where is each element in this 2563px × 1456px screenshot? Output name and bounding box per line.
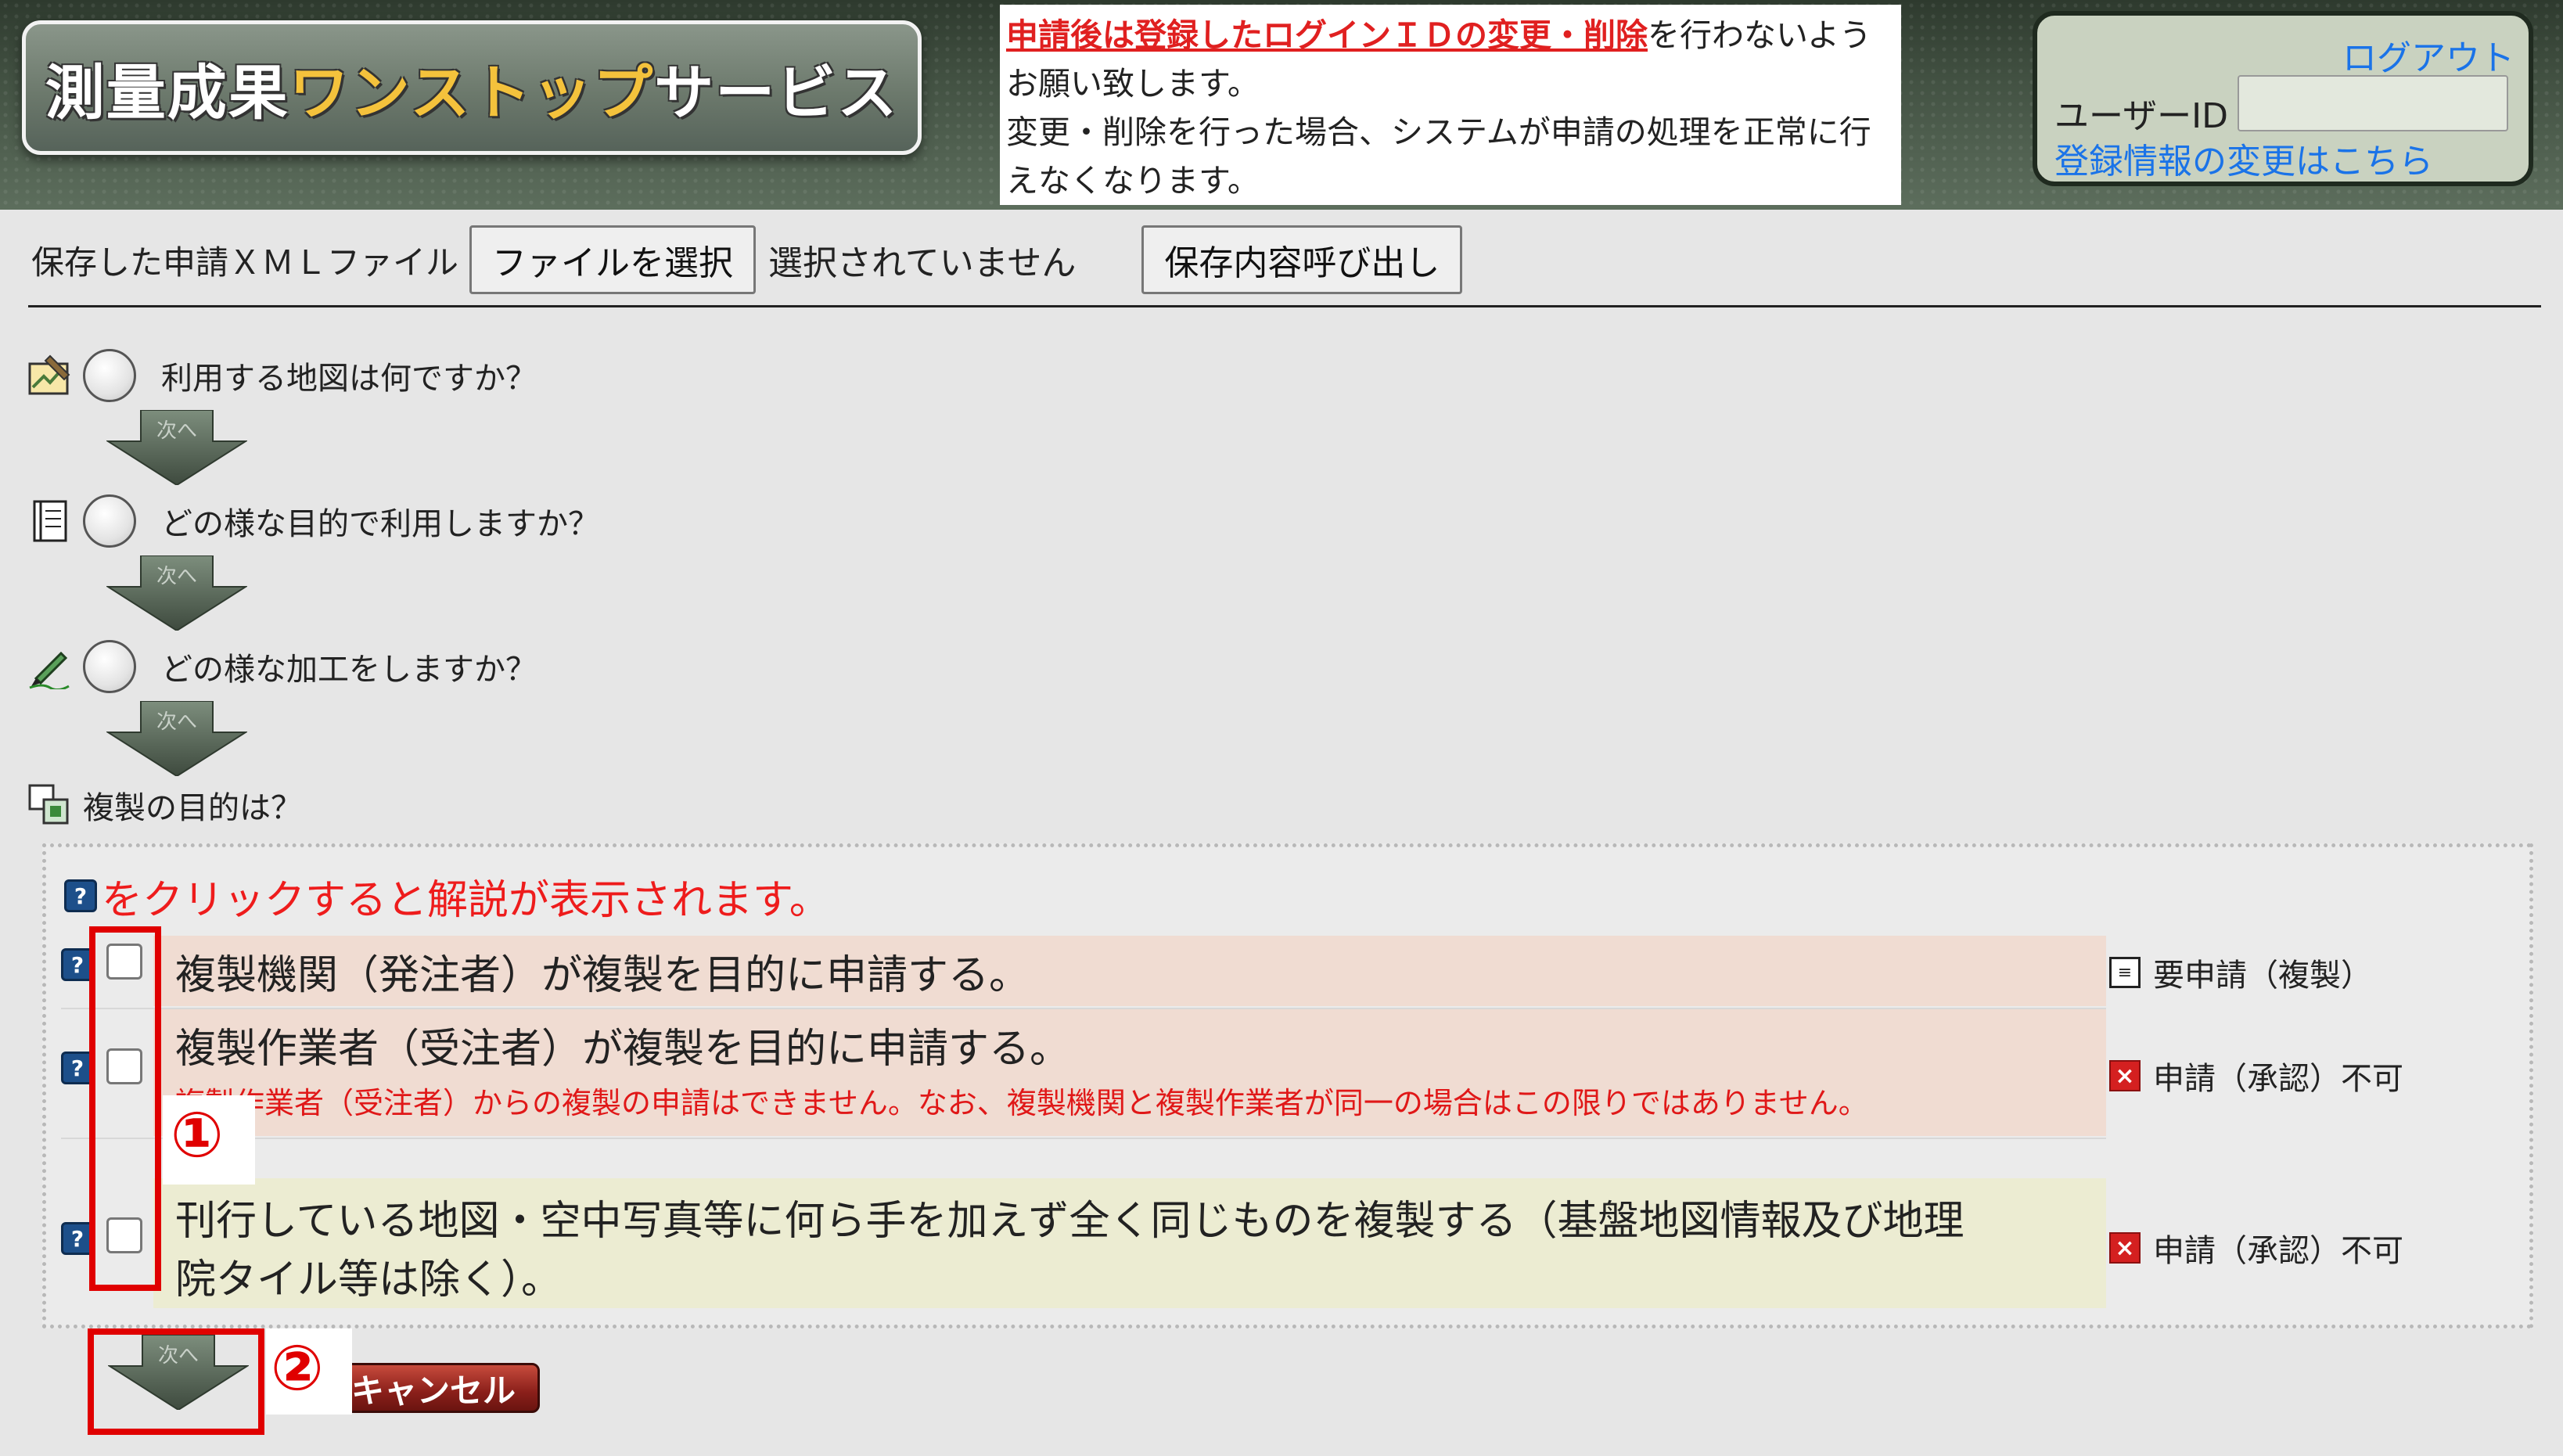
status-label: 申請（承認）不可	[2153, 1233, 2403, 1269]
option-note: 複製作業者（受注者）からの複製の申請はできません。なお、複製機関と複製作業者が同…	[175, 1086, 1868, 1120]
option-text: 複製機関（発注者）が複製を目的に申請する。	[175, 952, 1030, 999]
file-bar: 保存した申請ＸＭＬファイル ファイルを選択 選択されていません 保存内容呼び出し	[31, 222, 1463, 297]
step-question: どの様な目的で利用しますか？	[161, 506, 599, 542]
hint-text: をクリックすると解説が表示されます。	[102, 876, 830, 924]
header: 測量成果ワンストップサービス 申請後は登録したログインＩＤの変更・削除を行わない…	[0, 0, 2563, 210]
choose-file-button[interactable]: ファイルを選択	[469, 225, 757, 294]
hint-row: ? をクリックすると解説が表示されます。	[64, 868, 830, 924]
status-required: ≡ 要申請（複製）	[2109, 950, 2372, 995]
option-row[interactable]: 刊行している地図・空中写真等に何ら手を加えず全く同じものを複製する（基盤地図情報…	[153, 1178, 2106, 1308]
status-not-allowed: × 申請（承認）不可	[2109, 1225, 2403, 1271]
next-arrow-disabled: 次へ	[105, 555, 249, 632]
section-title-row: 複製の目的は？	[27, 778, 302, 832]
status-not-allowed: × 申請（承認）不可	[2109, 1053, 2403, 1098]
user-box: ログアウト ユーザーID 登録情報の変更はこちら	[2033, 11, 2533, 186]
option-text-cont: 院タイル等は除く）。	[175, 1256, 563, 1303]
logout-link[interactable]: ログアウト	[2342, 30, 2514, 80]
notice-box: 申請後は登録したログインＩＤの変更・削除を行わないよう お願い致します。 変更・…	[1000, 5, 1901, 205]
option-row[interactable]: 複製機関（発注者）が複製を目的に申請する。	[153, 936, 2106, 1006]
step-processing: どの様な加工をしますか？	[27, 635, 537, 698]
userid-field[interactable]	[2238, 75, 2508, 131]
row-divider	[61, 1138, 2106, 1139]
notice-line1: 申請後は登録したログインＩＤの変更・削除を行わないよう	[1006, 11, 1895, 59]
help-icon: ?	[64, 879, 97, 912]
annotation-number-2: ②	[271, 1332, 324, 1404]
annotation-box-2	[88, 1328, 264, 1435]
next-label: 次へ	[156, 565, 197, 588]
divider	[28, 305, 2541, 307]
x-icon: ×	[2109, 1232, 2141, 1264]
step-status-circle	[83, 640, 136, 693]
map-edit-icon	[27, 353, 72, 398]
option-row[interactable]: 複製作業者（受注者）が複製を目的に申請する。 複製作業者（受注者）からの複製の申…	[153, 1009, 2106, 1136]
step-purpose: どの様な目的で利用しますか？	[27, 490, 599, 552]
xml-file-label: 保存した申請ＸＭＬファイル	[31, 243, 459, 282]
annotation-box-1	[89, 926, 161, 1291]
logo-text: 測量成果ワンストップサービス	[45, 45, 898, 131]
step-question: どの様な加工をしますか？	[161, 652, 537, 688]
notebook-icon	[27, 498, 72, 544]
logo-text-part2: ワンストップ	[289, 58, 655, 128]
next-label: 次へ	[156, 419, 197, 443]
notice-warning: 申請後は登録したログインＩＤの変更・削除	[1006, 16, 1648, 54]
copy-icon	[27, 782, 72, 828]
logo[interactable]: 測量成果ワンストップサービス	[22, 20, 922, 155]
section-title: 複製の目的は？	[83, 790, 302, 826]
status-label: 申請（承認）不可	[2153, 1061, 2403, 1097]
notice-line4: えなくなります。	[1006, 162, 1260, 200]
no-file-text: 選択されていません	[768, 243, 1077, 283]
userid-label: ユーザーID	[2054, 96, 2228, 136]
step-question: 利用する地図は何ですか？	[161, 361, 537, 397]
step-status-circle	[83, 349, 136, 402]
notice-line3: 変更・削除を行った場合、システムが申請の処理を正常に行	[1006, 113, 1871, 151]
next-arrow-disabled: 次へ	[105, 409, 249, 487]
notice-line1-rest: を行わないよう	[1648, 16, 1872, 54]
next-label: 次へ	[156, 710, 197, 734]
next-arrow-disabled: 次へ	[105, 700, 249, 778]
document-icon: ≡	[2109, 957, 2141, 988]
step-map: 利用する地図は何ですか？	[27, 344, 537, 407]
cancel-button[interactable]: キャンセル	[344, 1363, 540, 1413]
logo-text-part3: サービス	[654, 58, 899, 128]
status-label: 要申請（複製）	[2153, 958, 2372, 994]
x-icon: ×	[2109, 1060, 2141, 1091]
option-text: 刊行している地図・空中写真等に何ら手を加えず全く同じものを複製する（基盤地図情報…	[175, 1198, 1964, 1245]
option-text: 複製作業者（受注者）が複製を目的に申請する。	[175, 1026, 1071, 1073]
logo-text-part1: 測量成果	[45, 58, 289, 128]
step-status-circle	[83, 494, 136, 548]
pencil-icon	[27, 644, 72, 689]
notice-line2: お願い致します。	[1006, 65, 1260, 102]
annotation-number-1: ①	[171, 1098, 224, 1171]
profile-link[interactable]: 登録情報の変更はこちら	[2054, 133, 2433, 183]
load-saved-button[interactable]: 保存内容呼び出し	[1141, 225, 1463, 294]
